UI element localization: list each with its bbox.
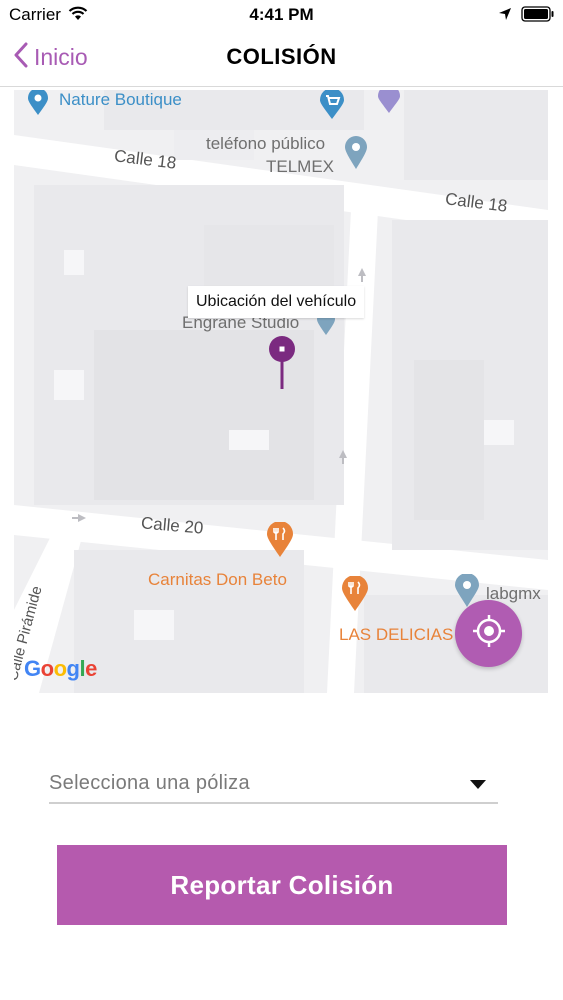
google-logo: Google: [24, 656, 97, 682]
poi-telefono-line2[interactable]: TELMEX: [266, 157, 334, 177]
policy-select[interactable]: Selecciona una póliza: [49, 770, 498, 804]
policy-select-placeholder: Selecciona una póliza: [49, 772, 250, 794]
crosshair-icon: [471, 613, 507, 654]
caret-down-icon: [470, 780, 486, 789]
pin-icon[interactable]: [376, 90, 402, 119]
report-collision-button[interactable]: Reportar Colisión: [57, 845, 507, 925]
clock: 4:41 PM: [249, 5, 314, 24]
poi-carnitas-don-beto[interactable]: Carnitas Don Beto: [148, 570, 287, 590]
navigation-bar: Inicio COLISIÓN: [0, 30, 563, 87]
google-logo-letter: o: [40, 656, 54, 681]
location-arrow-icon: [498, 7, 512, 26]
phone-pin-icon[interactable]: [344, 136, 368, 175]
restaurant-pin-icon[interactable]: [341, 575, 369, 617]
poi-nature-boutique[interactable]: Nature Boutique: [59, 90, 182, 110]
status-bar: Carrier 4:41 PM: [0, 0, 563, 30]
poi-telefono-line1[interactable]: teléfono público: [206, 134, 325, 154]
vehicle-location-pin-icon[interactable]: [267, 335, 297, 396]
battery-icon: [521, 6, 555, 27]
map-view[interactable]: Nature Boutique teléfono público TELMEX …: [14, 90, 548, 693]
restaurant-pin-icon[interactable]: [266, 521, 294, 563]
vehicle-location-callout: Ubicación del vehículo: [188, 286, 365, 318]
page-title: COLISIÓN: [226, 44, 337, 69]
google-logo-letter: o: [53, 656, 67, 681]
shopping-cart-pin-icon[interactable]: [318, 90, 346, 125]
google-logo-letter: g: [66, 656, 80, 681]
locate-me-button[interactable]: [455, 600, 522, 667]
google-logo-letter: G: [24, 656, 41, 681]
poi-las-delicias[interactable]: LAS DELICIAS: [339, 625, 453, 645]
google-logo-letter: e: [85, 656, 97, 681]
shop-pin-icon[interactable]: [26, 90, 50, 121]
